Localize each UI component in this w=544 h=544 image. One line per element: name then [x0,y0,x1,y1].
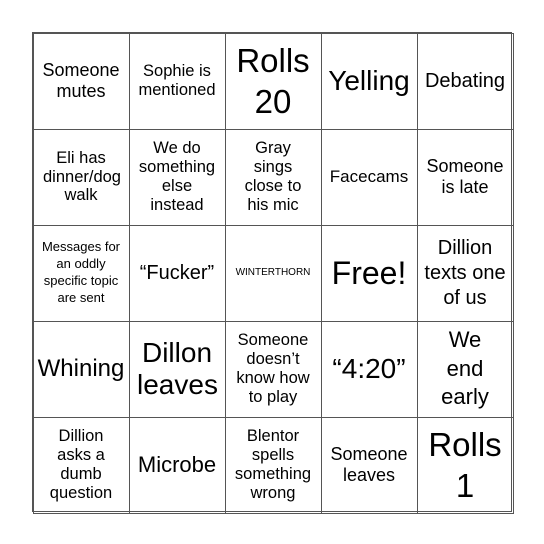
bingo-cell[interactable]: Gray sings close to his mic [224,128,322,226]
cell-text: Free! [331,254,407,291]
cell-text: Rolls 1 [428,425,502,504]
bingo-cell[interactable]: Dillon leaves [128,320,226,418]
bingo-cell[interactable]: Debating [416,32,514,130]
cell-text: We end early [441,327,489,410]
cell-text: Someone leaves [330,444,408,485]
cell-text: Rolls 20 [236,41,310,120]
cell-text: Whining [37,355,125,383]
cell-text: Dillion texts one of us [424,236,506,309]
cell-text: Messages for an oddly specific topic are… [41,239,121,305]
bingo-cell[interactable]: Eli has dinner/dog walk [32,128,130,226]
cell-text: We do something else instead [138,139,216,214]
bingo-cell[interactable]: Microbe [128,416,226,514]
bingo-cell[interactable]: WINTERTHORN [224,224,322,322]
bingo-card: Someone mutes Sophie is mentioned Rolls … [32,32,514,514]
cell-text: Microbe [137,451,217,477]
bingo-cell[interactable]: Dillion texts one of us [416,224,514,322]
bingo-cell[interactable]: Blentor spells something wrong [224,416,322,514]
cell-text: Gray sings close to his mic [244,139,302,214]
bingo-cell[interactable]: Messages for an oddly specific topic are… [32,224,130,322]
bingo-cell[interactable]: Rolls 20 [224,32,322,130]
cell-text: Eli has dinner/dog walk [43,148,121,205]
bingo-cell[interactable]: “4:20” [320,320,418,418]
cell-text: Sophie is mentioned [138,62,216,99]
cell-text: Someone mutes [42,60,120,101]
bingo-cell[interactable]: “Fucker” [128,224,226,322]
bingo-cell[interactable]: Dillion asks a dumb question [32,416,130,514]
cell-text: “4:20” [332,352,406,384]
bingo-cell[interactable]: Someone mutes [32,32,130,130]
bingo-cell[interactable]: Whining [32,320,130,418]
bingo-cell[interactable]: We end early [416,320,514,418]
bingo-cell[interactable]: Someone doesn’t know how to play [224,320,322,418]
cell-text: Dillon leaves [137,336,218,400]
bingo-cell[interactable]: Sophie is mentioned [128,32,226,130]
bingo-cell[interactable]: Rolls 1 [416,416,514,514]
bingo-cell[interactable]: Yelling [320,32,418,130]
bingo-cell[interactable]: Facecams [320,128,418,226]
cell-text: “Fucker” [139,261,215,284]
bingo-cell[interactable]: We do something else instead [128,128,226,226]
free-space-cell[interactable]: Free! [320,224,418,322]
cell-text: Someone doesn’t know how to play [236,331,310,406]
bingo-cell[interactable]: Someone leaves [320,416,418,514]
cell-text: Facecams [329,167,409,187]
cell-text: WINTERTHORN [235,267,311,279]
cell-text: Dillion asks a dumb question [49,427,113,502]
cell-text: Someone is late [426,156,504,197]
cell-text: Yelling [328,64,410,96]
cell-text: Blentor spells something wrong [234,427,312,502]
bingo-cell[interactable]: Someone is late [416,128,514,226]
cell-text: Debating [424,69,506,92]
